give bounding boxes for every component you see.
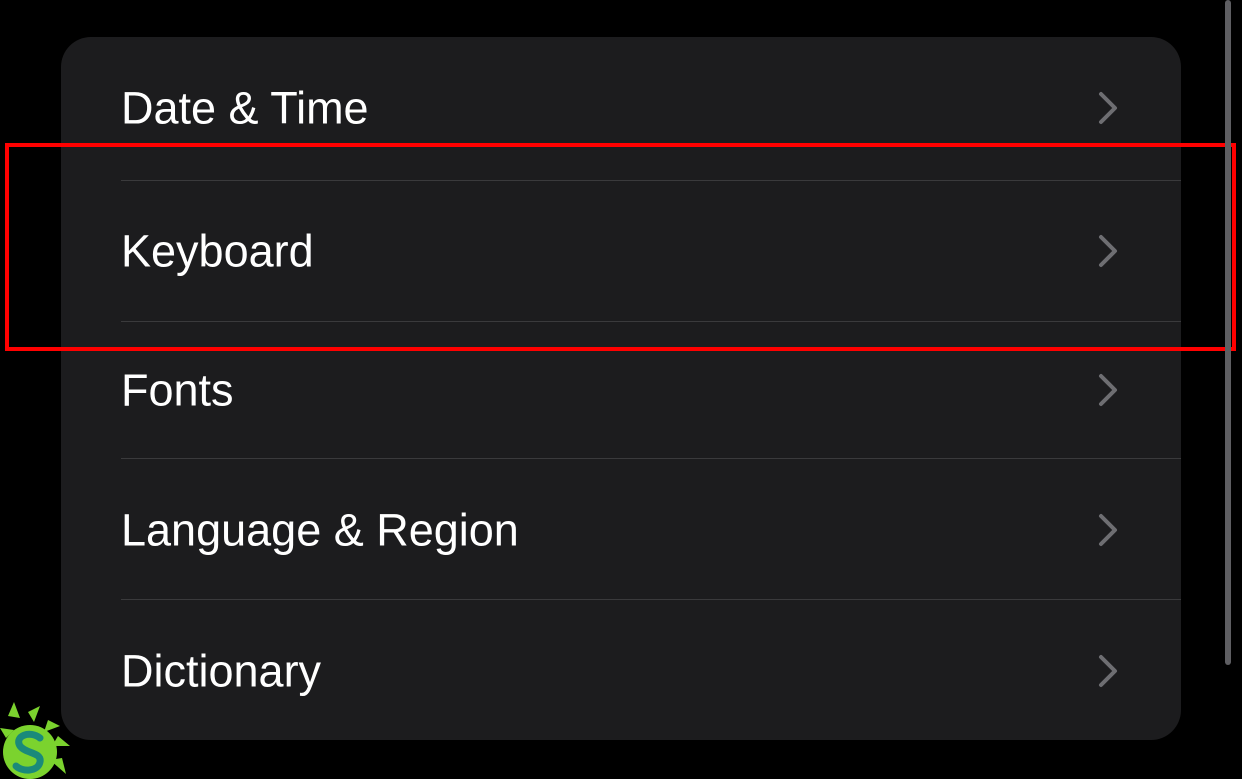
chevron-right-icon	[1099, 655, 1117, 687]
scrollbar-thumb[interactable]	[1225, 0, 1231, 665]
settings-item-label: Language & Region	[121, 504, 519, 556]
settings-item-language-region[interactable]: Language & Region	[61, 459, 1181, 599]
chevron-right-icon	[1099, 92, 1117, 124]
settings-item-label: Dictionary	[121, 645, 322, 697]
sun-logo-icon	[0, 702, 70, 779]
chevron-right-icon	[1099, 374, 1117, 406]
settings-item-label: Fonts	[121, 364, 234, 416]
keyboard-highlight-box	[5, 143, 1236, 351]
settings-item-label: Date & Time	[121, 82, 369, 134]
settings-item-dictionary[interactable]: Dictionary	[61, 600, 1181, 740]
chevron-right-icon	[1099, 514, 1117, 546]
